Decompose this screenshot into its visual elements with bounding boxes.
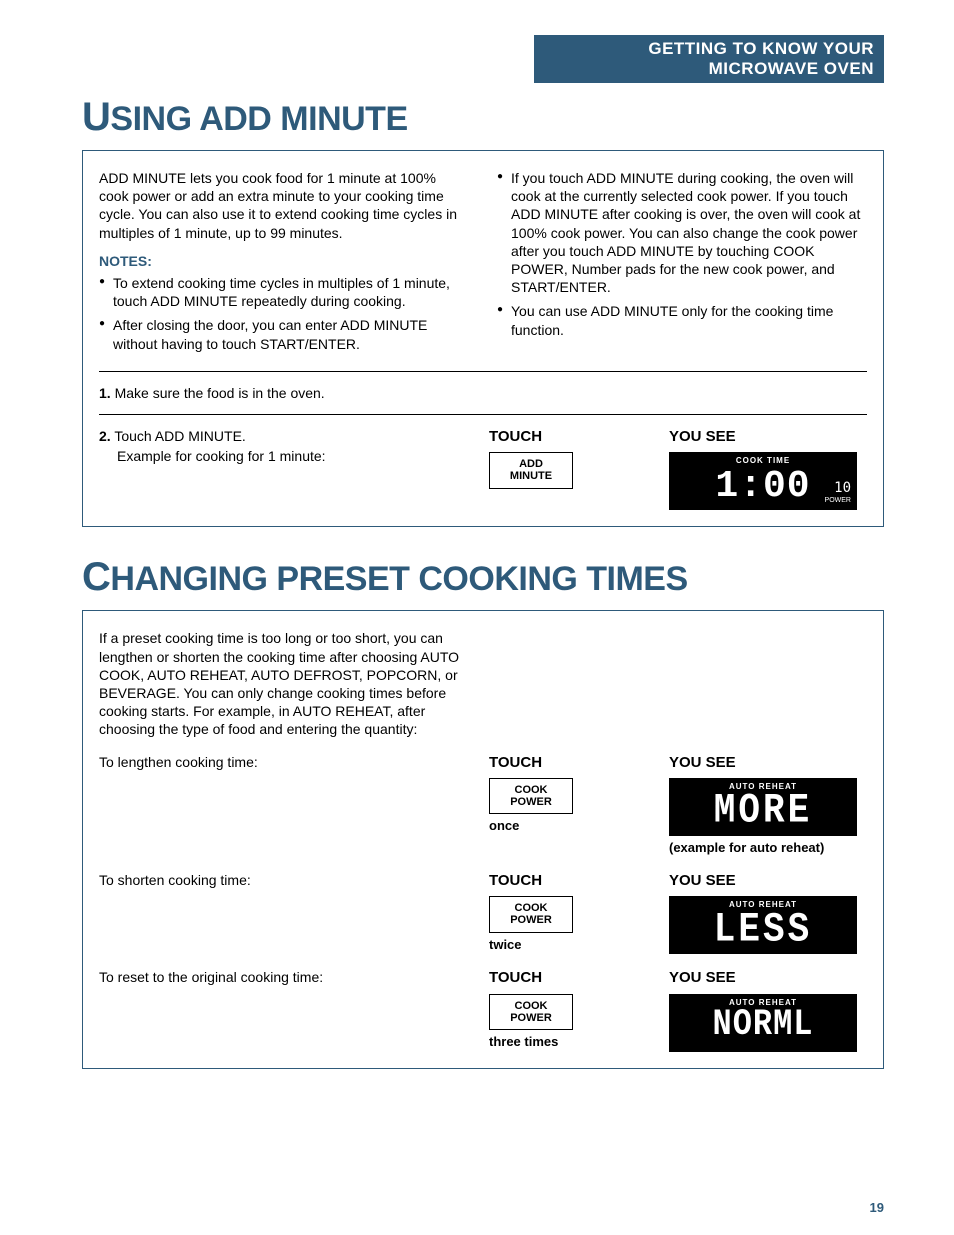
- yousee-label: YOU SEE: [669, 753, 867, 773]
- header-section-bar: GETTING TO KNOW YOUR MICROWAVE OVEN: [534, 35, 884, 83]
- lcd-time-text: 1:00: [715, 468, 810, 506]
- button-line1: COOK: [515, 902, 548, 914]
- add-minute-button: ADD MINUTE: [489, 452, 573, 488]
- press-count: three times: [489, 1034, 649, 1051]
- note-item: If you touch ADD MINUTE during cooking, …: [497, 169, 867, 296]
- page-number: 19: [870, 1200, 884, 1215]
- divider: [99, 371, 867, 372]
- section1-right-col: If you touch ADD MINUTE during cooking, …: [497, 169, 867, 359]
- yousee-label: YOU SEE: [669, 968, 867, 988]
- lcd-text: LESS: [677, 909, 849, 950]
- step2-text: 2. Touch ADD MINUTE. Example for cooking…: [99, 427, 469, 465]
- press-count: once: [489, 818, 649, 835]
- step1-text: 1. Make sure the food is in the oven.: [99, 384, 469, 402]
- section1-intro: ADD MINUTE lets you cook food for 1 minu…: [99, 169, 469, 242]
- button-line1: COOK: [515, 784, 548, 796]
- button-line1: COOK: [515, 1000, 548, 1012]
- title-firstletter: C: [82, 555, 110, 599]
- preset-row-lengthen: To lengthen cooking time: TOUCH COOK POW…: [99, 753, 867, 857]
- section1-box: ADD MINUTE lets you cook food for 1 minu…: [82, 150, 884, 527]
- step2-number: 2.: [99, 428, 111, 444]
- touch-label: TOUCH: [489, 753, 649, 773]
- touch-label: TOUCH: [489, 871, 649, 891]
- yousee-column: YOU SEE COOK TIME 1:00 10 POWER: [669, 427, 867, 511]
- yousee-label: YOU SEE: [669, 427, 867, 447]
- row-text: To lengthen cooking time:: [99, 753, 469, 771]
- page-content: USING ADD MINUTE ADD MINUTE lets you coo…: [82, 95, 884, 1069]
- section2-box: If a preset cooking time is too long or …: [82, 610, 884, 1069]
- lcd-text: NORML: [677, 1007, 849, 1044]
- touch-column: TOUCH COOK POWER three times: [489, 968, 649, 1051]
- step2-row: 2. Touch ADD MINUTE. Example for cooking…: [99, 427, 867, 511]
- section1-title: USING ADD MINUTE: [82, 95, 884, 140]
- touch-label: TOUCH: [489, 968, 649, 988]
- row-text: To shorten cooking time:: [99, 871, 469, 889]
- section1-columns: ADD MINUTE lets you cook food for 1 minu…: [99, 169, 867, 359]
- lcd-power-label: POWER: [825, 497, 851, 504]
- button-line2: POWER: [510, 1012, 552, 1024]
- press-count: twice: [489, 937, 649, 954]
- touch-column: TOUCH COOK POWER twice: [489, 871, 649, 954]
- lcd-display-time: COOK TIME 1:00 10 POWER: [669, 452, 857, 510]
- note-item: You can use ADD MINUTE only for the cook…: [497, 302, 867, 338]
- lcd-display-less: AUTO REHEAT LESS: [669, 896, 857, 954]
- button-line1: ADD: [519, 458, 543, 470]
- left-notes-list: To extend cooking time cycles in multipl…: [99, 274, 469, 353]
- step1-row: 1. Make sure the food is in the oven.: [99, 384, 867, 402]
- title-firstletter: U: [82, 95, 110, 139]
- step1-number: 1.: [99, 385, 111, 401]
- yousee-column: YOU SEE AUTO REHEAT MORE (example for au…: [669, 753, 867, 857]
- section2-intro: If a preset cooking time is too long or …: [99, 629, 479, 738]
- lcd-power-num: 10: [834, 480, 851, 496]
- lcd-display-norml: AUTO REHEAT NORML: [669, 994, 857, 1052]
- preset-row-shorten: To shorten cooking time: TOUCH COOK POWE…: [99, 871, 867, 955]
- lcd-power-indicator: 10 POWER: [825, 481, 851, 504]
- step2-body: Touch ADD MINUTE.: [114, 428, 245, 444]
- touch-column: TOUCH ADD MINUTE: [489, 427, 649, 493]
- notes-heading: NOTES:: [99, 252, 469, 270]
- yousee-column: YOU SEE AUTO REHEAT NORML: [669, 968, 867, 1052]
- title-rest: SING ADD MINUTE: [110, 100, 407, 138]
- lcd-display-more: AUTO REHEAT MORE: [669, 778, 857, 836]
- button-line2: MINUTE: [510, 470, 552, 482]
- touch-column: TOUCH COOK POWER once: [489, 753, 649, 836]
- note-item: To extend cooking time cycles in multipl…: [99, 274, 469, 310]
- button-line2: POWER: [510, 796, 552, 808]
- lcd-time-value: 1:00: [677, 468, 849, 506]
- lcd-caption: (example for auto reheat): [669, 840, 867, 857]
- title-rest: HANGING PRESET COOKING TIMES: [110, 560, 687, 598]
- section1-left-col: ADD MINUTE lets you cook food for 1 minu…: [99, 169, 469, 359]
- cook-power-button: COOK POWER: [489, 994, 573, 1030]
- touch-label: TOUCH: [489, 427, 649, 447]
- section2-title: CHANGING PRESET COOKING TIMES: [82, 555, 884, 600]
- step2-example: Example for cooking for 1 minute:: [99, 447, 469, 465]
- yousee-label: YOU SEE: [669, 871, 867, 891]
- yousee-column: YOU SEE AUTO REHEAT LESS: [669, 871, 867, 955]
- section2: CHANGING PRESET COOKING TIMES If a prese…: [82, 555, 884, 1069]
- preset-row-reset: To reset to the original cooking time: T…: [99, 968, 867, 1052]
- right-notes-list: If you touch ADD MINUTE during cooking, …: [497, 169, 867, 339]
- cook-power-button: COOK POWER: [489, 778, 573, 814]
- step1-body: Make sure the food is in the oven.: [115, 385, 325, 401]
- lcd-text: MORE: [677, 791, 849, 832]
- note-item: After closing the door, you can enter AD…: [99, 316, 469, 352]
- button-line2: POWER: [510, 914, 552, 926]
- cook-power-button: COOK POWER: [489, 896, 573, 932]
- divider: [99, 414, 867, 415]
- row-text: To reset to the original cooking time:: [99, 968, 469, 986]
